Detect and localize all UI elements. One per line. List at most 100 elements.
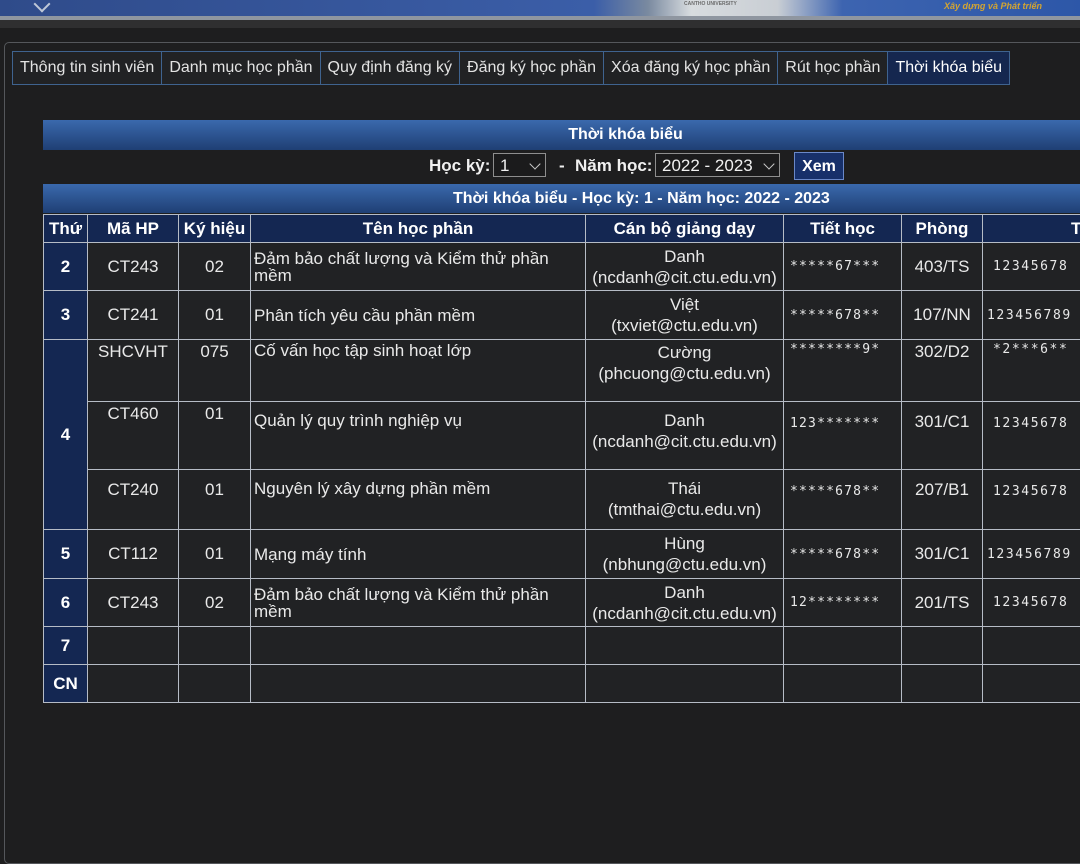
day-cell: 5	[44, 530, 88, 579]
table-row: 6 CT243 02 Đảm bảo chất lượng và Kiểm th…	[44, 579, 1080, 627]
banner-slogan: Xây dựng và Phát triển	[944, 1, 1042, 11]
header-banner: CANTHO UNIVERSITY Xây dựng và Phát triển	[0, 0, 1080, 28]
table-row: 2 CT243 02 Đảm bảo chất lượng và Kiểm th…	[44, 243, 1080, 291]
weeks-cell: 12345678	[983, 243, 1080, 291]
lecturer-cell: Việt(txviet@ctu.edu.vn)	[586, 291, 784, 340]
lecturer-name: Thái	[586, 478, 783, 499]
day-cell: 7	[44, 627, 88, 665]
weeks-cell: 123456789	[983, 291, 1080, 340]
schedule-caption: Thời khóa biểu - Học kỳ: 1 - Năm học: 20…	[453, 184, 830, 213]
room-cell: 107/NN	[902, 291, 983, 340]
day-cell: 2	[44, 243, 88, 291]
periods-cell: 12********	[784, 579, 902, 627]
periods-cell: *****678**	[784, 291, 902, 340]
empty-cell	[983, 665, 1080, 703]
separator: -	[559, 156, 565, 176]
table-row: 5 CT112 01 Mạng máy tính Hùng(nbhung@ctu…	[44, 530, 1080, 579]
ma-hp-cell: CT112	[88, 530, 179, 579]
col-header-ten-hoc-phan: Tên học phần	[251, 215, 586, 243]
periods-cell: 123*******	[784, 402, 902, 470]
ky-hieu-cell: 02	[179, 243, 251, 291]
ky-hieu-cell: 01	[179, 402, 251, 470]
col-header-phong: Phòng	[902, 215, 983, 243]
page-title: Thời khóa biểu	[568, 126, 683, 143]
ma-hp-cell: CT243	[88, 243, 179, 291]
weeks-cell: 12345678	[983, 579, 1080, 627]
table-row: 7	[44, 627, 1080, 665]
ky-hieu-cell: 075	[179, 340, 251, 402]
periods-cell: *****678**	[784, 530, 902, 579]
empty-cell	[902, 665, 983, 703]
weeks-cell: *2***6**	[983, 340, 1080, 402]
nam-hoc-label: Năm học:	[575, 156, 652, 176]
table-row: CT240 01 Nguyên lý xây dựng phần mềm Thá…	[44, 470, 1080, 530]
empty-cell	[251, 665, 586, 703]
empty-cell	[179, 627, 251, 665]
ky-hieu-cell: 02	[179, 579, 251, 627]
nav-tabs: Thông tin sinh viên Danh mục học phần Qu…	[12, 51, 1010, 85]
tab-xoa-dang-ky-hoc-phan[interactable]: Xóa đăng ký học phần	[603, 51, 777, 85]
xem-button[interactable]: Xem	[794, 152, 844, 180]
periods-cell: ********9*	[784, 340, 902, 402]
tab-quy-dinh-dang-ky[interactable]: Quy định đăng ký	[320, 51, 460, 85]
tab-rut-hoc-phan[interactable]: Rút học phần	[777, 51, 887, 85]
lecturer-email: (ncdanh@cit.ctu.edu.vn)	[586, 267, 783, 288]
course-name-cell: Quản lý quy trình nghiệp vụ	[251, 402, 586, 470]
nam-hoc-value: 2022 - 2023	[662, 156, 753, 175]
lecturer-cell: Thái(tmthai@ctu.edu.vn)	[586, 470, 784, 530]
tab-thoi-khoa-bieu[interactable]: Thời khóa biểu	[887, 51, 1010, 85]
semester-filter: Học kỳ: 1 - Năm học: 2022 - 2023 Xem	[0, 152, 1080, 182]
empty-cell	[983, 627, 1080, 665]
course-name-cell: Nguyên lý xây dựng phần mềm	[251, 470, 586, 530]
day-cell: 6	[44, 579, 88, 627]
weeks-cell: 123456789	[983, 530, 1080, 579]
empty-cell	[586, 627, 784, 665]
empty-cell	[586, 665, 784, 703]
lecturer-email: (tmthai@ctu.edu.vn)	[586, 499, 783, 520]
ky-hieu-cell: 01	[179, 470, 251, 530]
empty-cell	[179, 665, 251, 703]
tab-danh-muc-hoc-phan[interactable]: Danh mục học phần	[161, 51, 319, 85]
lecturer-email: (ncdanh@cit.ctu.edu.vn)	[586, 431, 783, 452]
lecturer-cell: Danh(ncdanh@cit.ctu.edu.vn)	[586, 579, 784, 627]
empty-cell	[251, 627, 586, 665]
course-name-cell: Cố vấn học tập sinh hoạt lớp	[251, 340, 586, 402]
empty-cell	[784, 665, 902, 703]
course-name-cell: Đảm bảo chất lượng và Kiểm thử phần mềm	[251, 243, 586, 291]
col-header-can-bo: Cán bộ giảng dạy	[586, 215, 784, 243]
schedule-table: Thứ Mã HP Ký hiệu Tên học phần Cán bộ gi…	[43, 214, 1080, 703]
weeks-cell: 12345678	[983, 470, 1080, 530]
lecturer-name: Cường	[586, 342, 783, 363]
room-cell: 201/TS	[902, 579, 983, 627]
col-header-ma-hp: Mã HP	[88, 215, 179, 243]
lecturer-cell: Danh(ncdanh@cit.ctu.edu.vn)	[586, 402, 784, 470]
banner-image	[0, 0, 1080, 16]
schedule-caption-bar: Thời khóa biểu - Học kỳ: 1 - Năm học: 20…	[43, 184, 1080, 213]
chevron-down-icon	[763, 158, 774, 169]
ma-hp-cell: CT240	[88, 470, 179, 530]
table-row: CT460 01 Quản lý quy trình nghiệp vụ Dan…	[44, 402, 1080, 470]
col-header-ky-hieu: Ký hiệu	[179, 215, 251, 243]
lecturer-email: (ncdanh@cit.ctu.edu.vn)	[586, 603, 783, 624]
tab-thong-tin-sinh-vien[interactable]: Thông tin sinh viên	[12, 51, 161, 85]
ky-hieu-cell: 01	[179, 291, 251, 340]
course-name-cell: Mạng máy tính	[251, 530, 586, 579]
lecturer-email: (phcuong@ctu.edu.vn)	[586, 363, 783, 384]
lecturer-email: (txviet@ctu.edu.vn)	[586, 315, 783, 336]
tab-dang-ky-hoc-phan[interactable]: Đăng ký học phần	[459, 51, 603, 85]
table-row: CN	[44, 665, 1080, 703]
nam-hoc-select[interactable]: 2022 - 2023	[655, 153, 780, 177]
hoc-ky-value: 1	[500, 156, 509, 175]
room-cell: 207/B1	[902, 470, 983, 530]
day-cell: 3	[44, 291, 88, 340]
table-row: 4 SHCVHT 075 Cố vấn học tập sinh hoạt lớ…	[44, 340, 1080, 402]
course-name-cell: Đảm bảo chất lượng và Kiểm thử phần mềm	[251, 579, 586, 627]
hoc-ky-select[interactable]: 1	[493, 153, 546, 177]
table-row: 3 CT241 01 Phân tích yêu cầu phần mềm Vi…	[44, 291, 1080, 340]
ma-hp-cell: CT243	[88, 579, 179, 627]
empty-cell	[88, 665, 179, 703]
chevron-down-icon	[529, 158, 540, 169]
lecturer-email: (nbhung@ctu.edu.vn)	[586, 554, 783, 575]
banner-caption: CANTHO UNIVERSITY	[684, 1, 737, 7]
periods-cell: *****67***	[784, 243, 902, 291]
